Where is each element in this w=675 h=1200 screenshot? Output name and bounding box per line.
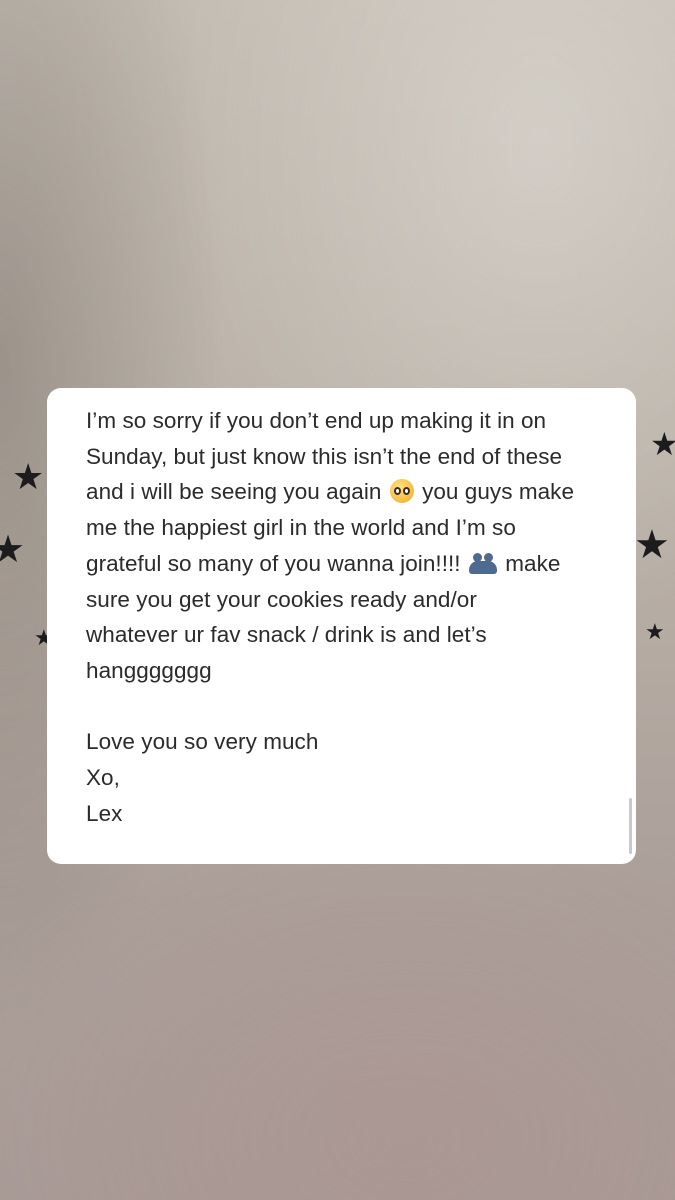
scrollbar[interactable] [629,798,632,854]
note-line-8: hanggggggg [86,657,212,683]
star-icon: ★ [0,527,26,571]
note-line-3-cont: you guys make [415,479,575,505]
closing-xo: Xo, [86,765,120,791]
note-line-5: grateful so many of you wanna join!!!! [86,550,467,576]
star-icon: ★ [650,425,675,463]
signature: Lex [86,800,123,826]
note-line-6: sure you get your cookies ready and/or [86,586,477,612]
note-line-3: and i will be seeing you again [86,479,388,505]
note-line-5-cont: make [498,550,561,576]
note-text: I’m so sorry if you don’t end up making … [86,403,606,831]
closing-love: Love you so very much [86,729,319,755]
star-icon: ★ [645,620,665,645]
note-card: I’m so sorry if you don’t end up making … [47,388,636,864]
note-line-1: I’m so sorry if you don’t end up making … [86,408,547,433]
people-hugging-icon [468,552,497,574]
star-icon: ★ [12,457,45,498]
pleading-face-icon [389,479,414,504]
note-line-4: me the happiest girl in the world and I’… [86,515,516,541]
note-line-2: Sunday, but just know this isn’t the end… [86,443,563,469]
star-icon: ★ [634,522,670,568]
note-line-7: whatever ur fav snack / drink is and let… [86,622,487,648]
